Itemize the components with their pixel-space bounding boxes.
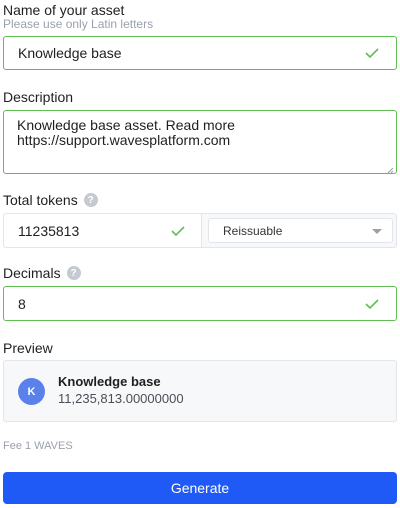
decimals-label-text: Decimals <box>3 265 61 281</box>
check-icon <box>365 298 379 309</box>
asset-name-input[interactable]: Knowledge base <box>3 36 397 70</box>
total-tokens-value: 11235813 <box>18 222 80 239</box>
description-line-1: Knowledge base asset. Read more <box>17 117 235 133</box>
chevron-down-icon <box>372 229 382 234</box>
generate-button[interactable]: Generate <box>3 472 397 504</box>
description-line-2: https://support.wavesplatform.com <box>17 132 231 148</box>
preview-asset-name: Knowledge base <box>58 374 161 389</box>
preview-asset-amount: 11,235,813.00000000 <box>58 391 184 406</box>
asset-preview-card: K Knowledge base 11,235,813.00000000 <box>3 360 397 422</box>
asset-name-value: Knowledge base <box>18 45 122 61</box>
question-circle-icon[interactable]: ? <box>66 266 81 281</box>
asset-name-hint: Please use only Latin letters <box>3 17 154 31</box>
total-tokens-label: Total tokens? <box>3 192 98 208</box>
total-tokens-input[interactable]: 11235813 <box>4 214 202 247</box>
asset-name-label: Name of your asset <box>3 2 125 18</box>
decimals-value: 8 <box>18 295 26 312</box>
question-circle-icon[interactable]: ? <box>83 193 98 208</box>
total-tokens-group: 11235813 Reissuable <box>3 213 397 248</box>
resize-handle-icon[interactable] <box>386 163 394 175</box>
total-tokens-label-text: Total tokens <box>3 192 78 208</box>
reissuable-select-value: Reissuable <box>223 223 283 238</box>
description-textarea[interactable]: Knowledge base asset. Read more https://… <box>3 110 397 175</box>
description-label: Description <box>3 89 74 105</box>
asset-avatar: K <box>18 378 45 405</box>
preview-label: Preview <box>3 340 53 356</box>
decimals-input[interactable]: 8 <box>3 286 397 321</box>
fee-text: Fee 1 WAVES <box>3 440 73 452</box>
check-icon <box>365 48 379 58</box>
check-icon <box>171 225 185 236</box>
decimals-label: Decimals? <box>3 265 81 281</box>
reissuable-select[interactable]: Reissuable <box>208 218 393 243</box>
